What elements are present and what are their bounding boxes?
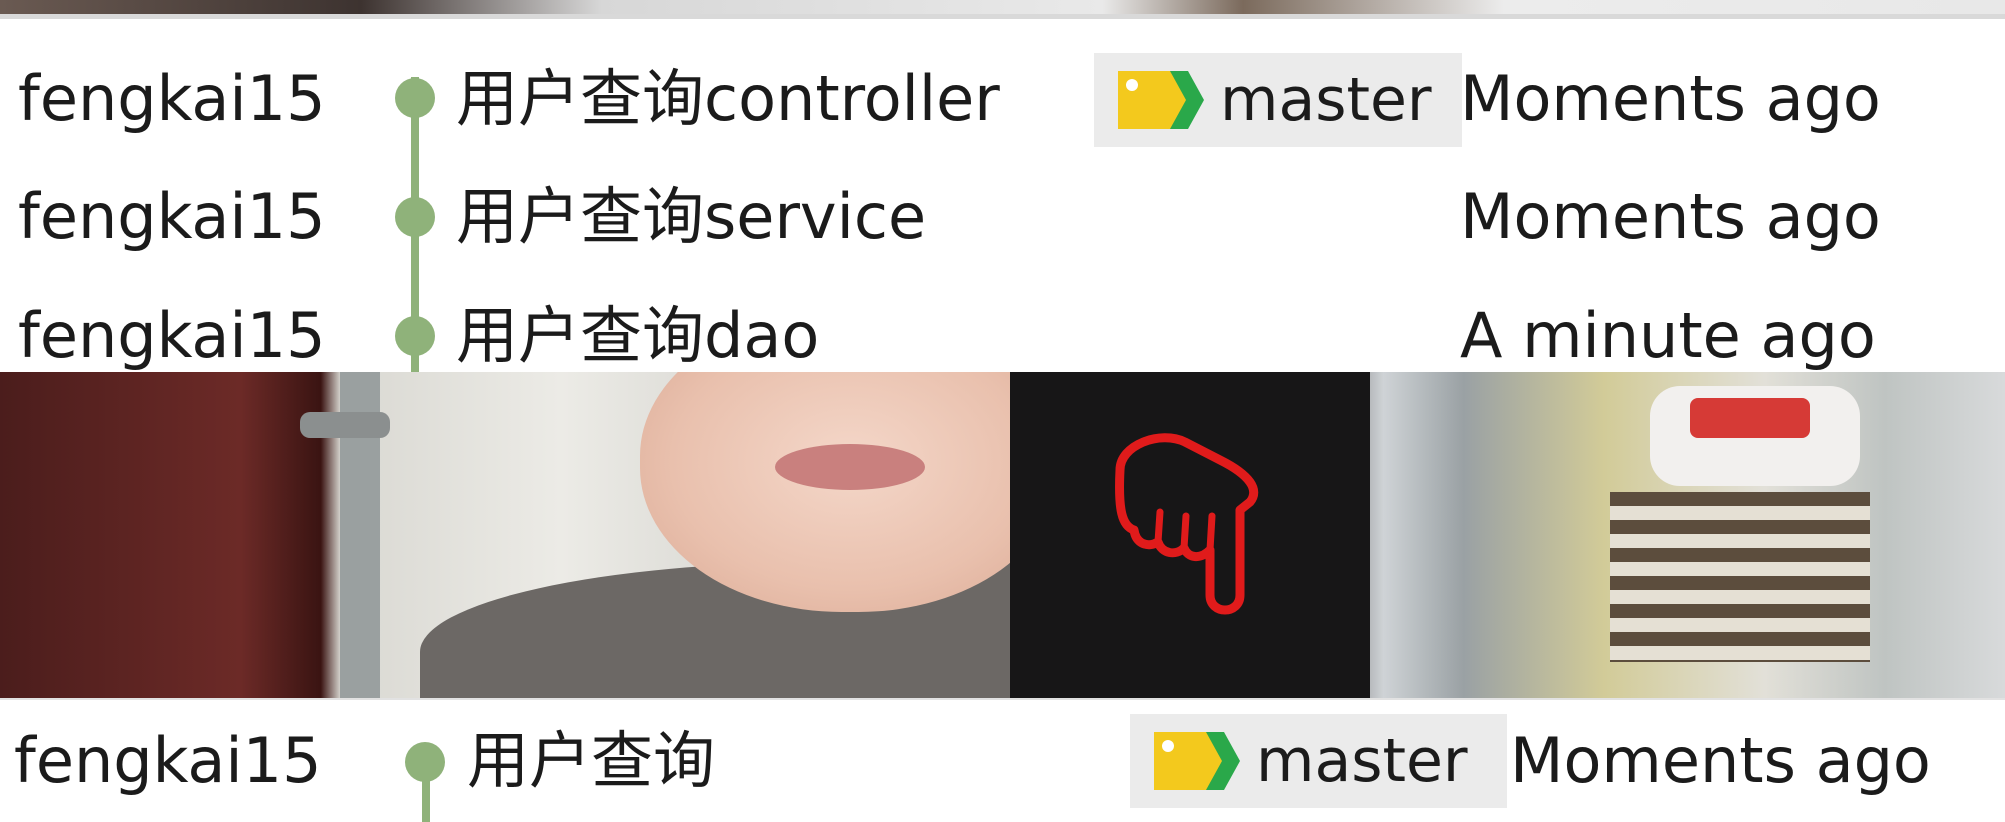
commit-node (405, 742, 445, 782)
commit-author: fengkai15 (18, 62, 326, 135)
commit-message: 用户查询controller (456, 62, 1000, 135)
git-log-panel-top: fengkai15 用户查询controller master Moments … (0, 19, 2005, 372)
commit-row[interactable]: fengkai15 用户查询service Moments ago (0, 158, 2005, 276)
commit-message: 用户查询service (456, 180, 927, 253)
branch-tag-icon (1154, 732, 1240, 790)
door-handle (300, 412, 390, 438)
book-shelf (1610, 492, 1870, 662)
plastic-bag-print (1690, 398, 1810, 438)
branch-tag-icon (1118, 71, 1204, 129)
pointing-hand-icon (1115, 433, 1259, 615)
commit-author: fengkai15 (14, 724, 322, 797)
commit-time: Moments ago (1460, 180, 1881, 253)
commit-row[interactable]: fengkai15 用户查询 master Moments ago (0, 702, 2005, 820)
commit-node (395, 78, 435, 118)
branch-tag[interactable]: master (1130, 714, 1507, 808)
git-log-panel-bottom: fengkai15 用户查询 master Moments ago (0, 698, 2005, 822)
branch-tag[interactable]: master (1094, 53, 1462, 147)
commit-node (395, 316, 435, 356)
commit-author: fengkai15 (18, 180, 326, 253)
commit-message: 用户查询 (467, 724, 716, 797)
webcam-video-frame (0, 372, 2005, 698)
commit-row[interactable]: fengkai15 用户查询controller master Moments … (0, 40, 2005, 158)
branch-tag-label: master (1256, 726, 1468, 796)
top-video-strip (0, 0, 2005, 14)
person-lips (775, 444, 925, 490)
commit-time: Moments ago (1510, 724, 1931, 797)
branch-tag-label: master (1220, 65, 1432, 135)
commit-node (395, 197, 435, 237)
commit-time: Moments ago (1460, 62, 1881, 135)
